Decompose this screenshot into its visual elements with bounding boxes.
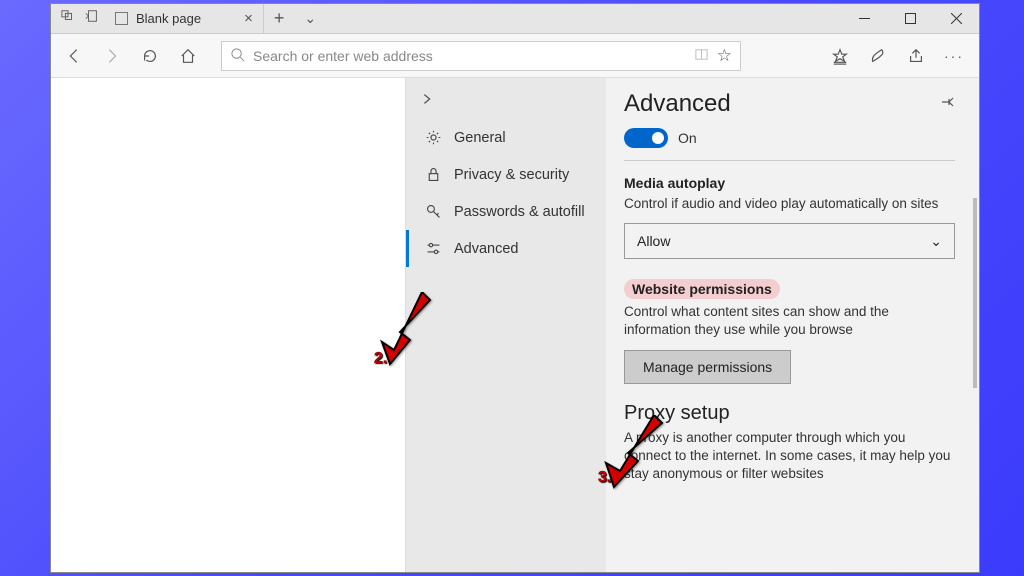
address-placeholder: Search or enter web address (253, 48, 433, 64)
sliders-icon (425, 240, 442, 257)
home-button[interactable] (173, 41, 203, 71)
proxy-title: Proxy setup (624, 402, 955, 425)
set-aside-icon[interactable] (85, 9, 99, 28)
back-button[interactable] (59, 41, 89, 71)
tab-title: Blank page (136, 11, 201, 26)
share-icon[interactable] (899, 41, 933, 71)
pin-icon[interactable] (939, 94, 955, 115)
permissions-title: Website permissions (624, 279, 955, 299)
gear-icon (425, 129, 442, 146)
media-desc: Control if audio and video play automati… (624, 195, 955, 213)
minimize-button[interactable] (841, 4, 887, 34)
proxy-section: Proxy setup A proxy is another computer … (624, 384, 955, 494)
permissions-desc: Control what content sites can show and … (624, 303, 955, 339)
favorites-hub-icon[interactable] (823, 41, 857, 71)
nav-label: Advanced (454, 241, 519, 257)
titlebar: Blank page × + ⌄ (51, 4, 979, 34)
maximize-button[interactable] (887, 4, 933, 34)
refresh-button[interactable] (135, 41, 165, 71)
nav-label: Privacy & security (454, 167, 569, 183)
reading-view-icon[interactable] (694, 47, 709, 65)
key-icon (425, 203, 442, 220)
settings-nav: General Privacy & security Passwords & a… (406, 78, 606, 572)
tab-blank-page[interactable]: Blank page × (109, 4, 264, 33)
settings-panel: General Privacy & security Passwords & a… (405, 78, 979, 572)
toggle-label: On (678, 130, 697, 146)
close-button[interactable] (933, 4, 979, 34)
new-tab-button[interactable]: + (264, 8, 295, 29)
toolbar-right: ··· (823, 41, 971, 71)
scrollbar[interactable] (973, 198, 977, 388)
nav-label: General (454, 130, 506, 146)
nav-item-advanced[interactable]: Advanced (406, 230, 606, 267)
nav-item-general[interactable]: General (406, 119, 606, 156)
lock-icon (425, 166, 442, 183)
toggle-switch[interactable] (624, 128, 668, 148)
more-icon[interactable]: ··· (937, 41, 971, 71)
address-bar[interactable]: Search or enter web address ☆ (221, 41, 741, 71)
settings-body: Advanced On Media autoplay Control if au… (606, 78, 979, 572)
separator (624, 160, 955, 161)
proxy-desc: A proxy is another computer through whic… (624, 429, 955, 484)
forward-button[interactable] (97, 41, 127, 71)
window-controls (841, 4, 979, 34)
search-icon (230, 47, 245, 65)
content-area: General Privacy & security Passwords & a… (51, 78, 979, 572)
nav-item-privacy[interactable]: Privacy & security (406, 156, 606, 193)
tab-chevron-icon[interactable]: ⌄ (294, 10, 326, 27)
settings-header: Advanced (624, 90, 955, 118)
settings-back-button[interactable] (406, 84, 606, 119)
browser-window: Blank page × + ⌄ Search or enter web add… (50, 3, 980, 573)
toggle-row: On (624, 124, 955, 156)
website-permissions-section: Website permissions Control what content… (624, 279, 955, 383)
chevron-down-icon: ⌄ (930, 233, 942, 250)
select-value: Allow (637, 233, 670, 249)
tabs-overview-icon[interactable] (61, 9, 75, 28)
favorite-icon[interactable]: ☆ (717, 46, 732, 66)
nav-item-passwords[interactable]: Passwords & autofill (406, 193, 606, 230)
settings-heading: Advanced (624, 90, 731, 118)
media-autoplay-select[interactable]: Allow ⌄ (624, 223, 955, 259)
tab-close-button[interactable]: × (244, 10, 253, 27)
media-title: Media autoplay (624, 175, 955, 191)
page-blank-area (51, 78, 405, 572)
notes-icon[interactable] (861, 41, 895, 71)
navbar: Search or enter web address ☆ ··· (51, 34, 979, 78)
manage-permissions-button[interactable]: Manage permissions (624, 350, 791, 384)
media-autoplay-section: Media autoplay Control if audio and vide… (624, 175, 955, 279)
page-icon (115, 12, 128, 25)
nav-label: Passwords & autofill (454, 204, 585, 220)
titlebar-left-icons (51, 9, 109, 28)
